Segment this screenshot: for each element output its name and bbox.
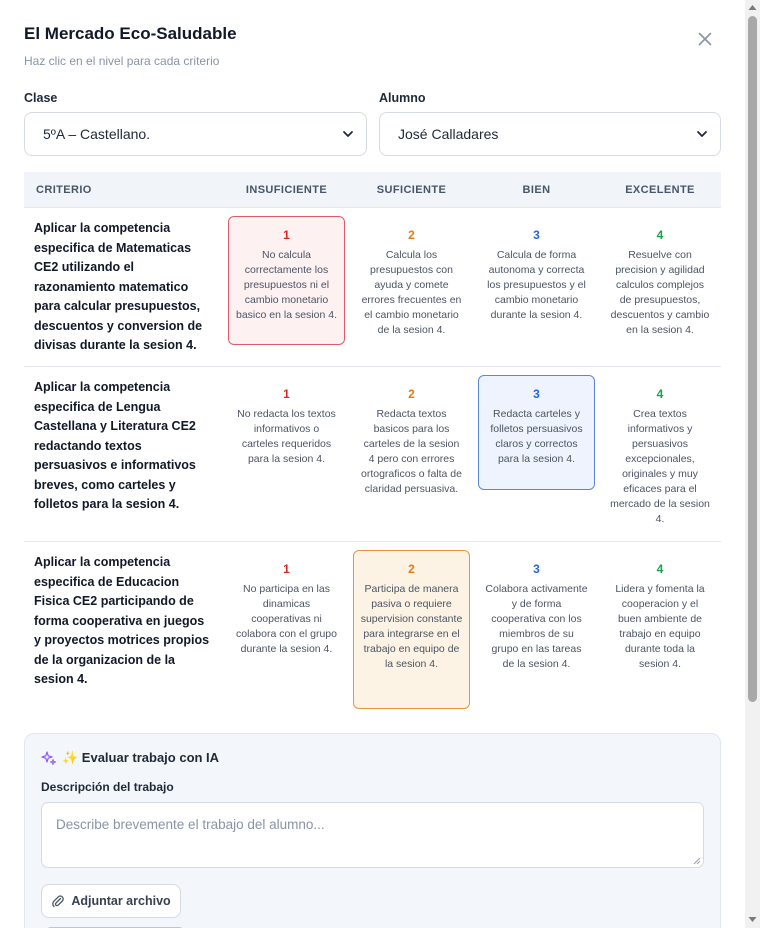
chevron-down-icon [343, 131, 353, 137]
sparkles-icon [41, 751, 56, 765]
scroll-up-arrow-icon[interactable] [748, 4, 757, 11]
level-option-suficiente[interactable]: 2 Calcula los presupuestos con ayuda y c… [353, 216, 470, 339]
alumno-select[interactable]: José Calladares [379, 112, 721, 156]
level-cell: 4 Lidera y fomenta la cooperacion y el b… [599, 542, 721, 722]
level-cell: 2 Redacta textos basicos para los cartel… [349, 367, 474, 541]
level-option-excelente[interactable]: 4 Resuelve con precision y agilidad calc… [603, 216, 717, 339]
level-cell: 2 Participa de manera pasiva o requiere … [349, 542, 474, 722]
level-number: 2 [408, 562, 415, 576]
ai-panel-title: ✨ Evaluar trabajo con IA [41, 750, 219, 766]
modal-title: El Mercado Eco-Saludable [24, 24, 237, 43]
rubric-table: CRITERIO INSUFICIENTE SUFICIENTE BIEN EX… [24, 172, 721, 722]
level-cell: 2 Calcula los presupuestos con ayuda y c… [349, 208, 474, 366]
header-bien: BIEN [522, 183, 551, 196]
level-description: Redacta carteles y folletos persuasivos … [490, 408, 583, 465]
level-number: 2 [408, 387, 415, 401]
level-option-bien[interactable]: 3 Calcula de forma autonoma y correcta l… [478, 216, 595, 324]
ai-evaluation-panel: ✨ Evaluar trabajo con IA Descripción del… [24, 733, 721, 928]
level-description: Calcula de forma autonoma y correcta los… [487, 249, 586, 321]
rubric-row-lengua: Aplicar la competencia especifica de Len… [24, 367, 721, 542]
rubric-row-matematicas: Aplicar la competencia especifica de Mat… [24, 208, 721, 367]
clase-label: Clase [24, 91, 58, 105]
level-description: No calcula correctamente los presupuesto… [236, 249, 337, 321]
ai-title-text: ✨ Evaluar trabajo con IA [62, 750, 220, 765]
level-cell: 3 Calcula de forma autonoma y correcta l… [474, 208, 599, 366]
level-number: 3 [533, 387, 540, 401]
level-option-insuficiente[interactable]: 1 No participa en las dinamicas cooperat… [228, 550, 345, 658]
level-option-excelente[interactable]: 4 Crea textos informativos y persuasivos… [603, 375, 717, 528]
level-option-suficiente[interactable]: 2 Redacta textos basicos para los cartel… [353, 375, 470, 498]
alumno-select-value: José Calladares [398, 126, 499, 142]
description-placeholder: Describe brevemente el trabajo del alumn… [56, 817, 325, 832]
level-cell: 1 No calcula correctamente los presupues… [224, 208, 349, 366]
level-description: No redacta los textos informativos o car… [237, 408, 336, 465]
attach-file-label: Adjuntar archivo [71, 894, 171, 908]
level-option-suficiente[interactable]: 2 Participa de manera pasiva o requiere … [353, 550, 470, 709]
level-number: 3 [533, 562, 540, 576]
scrollbar[interactable] [745, 0, 760, 928]
clase-select-value: 5ºA – Castellano. [43, 126, 151, 142]
level-cell: 4 Crea textos informativos y persuasivos… [599, 367, 721, 541]
alumno-label: Alumno [379, 91, 426, 105]
level-number: 1 [283, 228, 290, 242]
header-excelente: EXCELENTE [625, 183, 695, 196]
resize-grip-icon[interactable] [693, 857, 701, 865]
clase-select[interactable]: 5ºA – Castellano. [24, 112, 367, 156]
level-option-bien[interactable]: 3 Colabora activamente y de forma cooper… [478, 550, 595, 673]
scrollbar-thumb[interactable] [748, 16, 757, 702]
level-description: Crea textos informativos y persuasivos e… [610, 408, 710, 525]
close-button[interactable] [694, 28, 716, 50]
level-number: 3 [533, 228, 540, 242]
level-cell: 3 Colabora activamente y de forma cooper… [474, 542, 599, 722]
close-icon [698, 32, 712, 46]
level-cell: 3 Redacta carteles y folletos persuasivo… [474, 367, 599, 541]
level-cell: 1 No redacta los textos informativos o c… [224, 367, 349, 541]
level-option-bien[interactable]: 3 Redacta carteles y folletos persuasivo… [478, 375, 595, 490]
criterion-text: Aplicar la competencia especifica de Mat… [34, 221, 203, 352]
level-number: 4 [656, 228, 664, 242]
criterion-text: Aplicar la competencia especifica de Len… [34, 380, 196, 511]
rubric-header-row: CRITERIO INSUFICIENTE SUFICIENTE BIEN EX… [24, 172, 721, 208]
level-option-insuficiente[interactable]: 1 No calcula correctamente los presupues… [228, 216, 345, 345]
chevron-down-icon [697, 131, 707, 137]
header-criterio: CRITERIO [36, 183, 92, 196]
level-cell: 4 Resuelve con precision y agilidad calc… [599, 208, 721, 366]
header-suficiente: SUFICIENTE [376, 183, 447, 196]
header-insuficiente: INSUFICIENTE [245, 183, 328, 196]
level-cell: 1 No participa en las dinamicas cooperat… [224, 542, 349, 722]
level-option-insuficiente[interactable]: 1 No redacta los textos informativos o c… [228, 375, 345, 468]
description-label: Descripción del trabajo [41, 780, 174, 794]
description-textarea[interactable]: Describe brevemente el trabajo del alumn… [41, 802, 704, 868]
level-description: Resuelve con precision y agilidad calcul… [610, 249, 710, 336]
paperclip-icon [52, 895, 65, 908]
level-number: 4 [656, 562, 664, 576]
level-number: 1 [283, 562, 290, 576]
level-description: Colabora activamente y de forma cooperat… [485, 583, 588, 670]
modal-subtitle: Haz clic en el nivel para cada criterio [24, 54, 220, 68]
level-description: Redacta textos basicos para los carteles… [361, 408, 462, 495]
level-description: No participa en las dinamicas cooperativ… [236, 583, 337, 655]
level-number: 2 [408, 228, 415, 242]
criterion-text: Aplicar la competencia especifica de Edu… [34, 555, 210, 686]
rubric-row-educacion-fisica: Aplicar la competencia especifica de Edu… [24, 542, 721, 722]
attach-file-button[interactable]: Adjuntar archivo [41, 884, 181, 918]
scroll-down-arrow-icon[interactable] [748, 916, 757, 923]
level-number: 4 [656, 387, 664, 401]
level-description: Participa de manera pasiva o requiere su… [360, 583, 463, 670]
rubric-modal: El Mercado Eco-Saludable Haz clic en el … [0, 0, 745, 928]
level-option-excelente[interactable]: 4 Lidera y fomenta la cooperacion y el b… [603, 550, 717, 673]
level-number: 1 [283, 387, 290, 401]
level-description: Lidera y fomenta la cooperacion y el bue… [615, 583, 705, 670]
level-description: Calcula los presupuestos con ayuda y com… [361, 249, 462, 336]
